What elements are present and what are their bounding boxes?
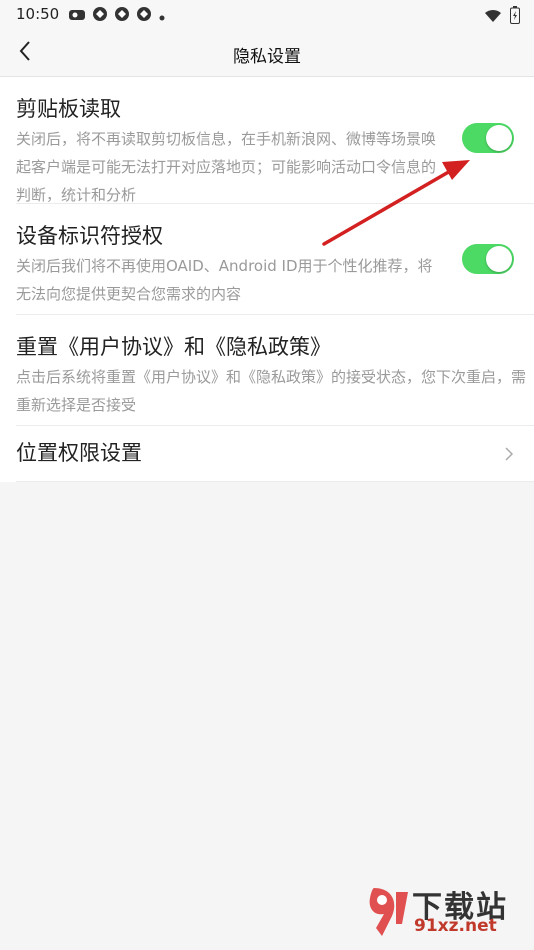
status-right-icons: [484, 6, 520, 28]
chevron-right-icon: [504, 446, 514, 466]
clipboard-read-toggle[interactable]: [462, 123, 514, 153]
setting-reset-agreements[interactable]: 重置《用户协议》和《隐私政策》 点击后系统将重置《用户协议》和《隐私政策》的接受…: [16, 315, 534, 426]
setting-title: 剪贴板读取: [16, 97, 121, 121]
toggle-knob: [486, 125, 512, 151]
toggle-knob: [486, 246, 512, 272]
watermark: 下载站 91xz.net: [362, 882, 522, 942]
setting-title: 设备标识符授权: [16, 224, 163, 248]
setting-device-identifier: 设备标识符授权 关闭后我们将不再使用OAID、Android ID用于个性化推荐…: [16, 204, 534, 315]
setting-location-permission[interactable]: 位置权限设置: [16, 426, 534, 482]
dot-icon: [158, 7, 166, 26]
status-time: 10:50: [16, 5, 60, 23]
setting-clipboard-read: 剪贴板读取 关闭后，将不再读取剪切板信息，在手机新浪网、微博等场景唤起客户端是可…: [16, 77, 534, 204]
app-icon: [114, 6, 130, 26]
setting-description: 点击后系统将重置《用户协议》和《隐私政策》的接受状态，您下次重启，需重新选择是否…: [16, 368, 527, 414]
setting-description: 关闭后，将不再读取剪切板信息，在手机新浪网、微博等场景唤起客户端是可能无法打开对…: [16, 130, 437, 204]
status-left-icons: [68, 6, 166, 26]
weibo-icon: [68, 7, 86, 26]
watermark-logo: [362, 884, 410, 938]
page-title: 隐私设置: [233, 47, 301, 67]
app-icon: [92, 6, 108, 26]
device-identifier-toggle[interactable]: [462, 244, 514, 274]
status-bar: 10:50: [0, 0, 534, 30]
battery-icon: [510, 6, 520, 28]
settings-list: 剪贴板读取 关闭后，将不再读取剪切板信息，在手机新浪网、微博等场景唤起客户端是可…: [0, 77, 534, 482]
app-icon: [136, 6, 152, 26]
setting-description: 关闭后我们将不再使用OAID、Android ID用于个性化推荐，将无法向您提供…: [16, 257, 433, 303]
setting-title: 重置《用户协议》和《隐私政策》: [16, 335, 331, 359]
nav-bar: 隐私设置: [0, 30, 534, 77]
wifi-icon: [484, 8, 502, 27]
setting-title: 位置权限设置: [16, 441, 142, 465]
watermark-url: 91xz.net: [414, 916, 497, 936]
